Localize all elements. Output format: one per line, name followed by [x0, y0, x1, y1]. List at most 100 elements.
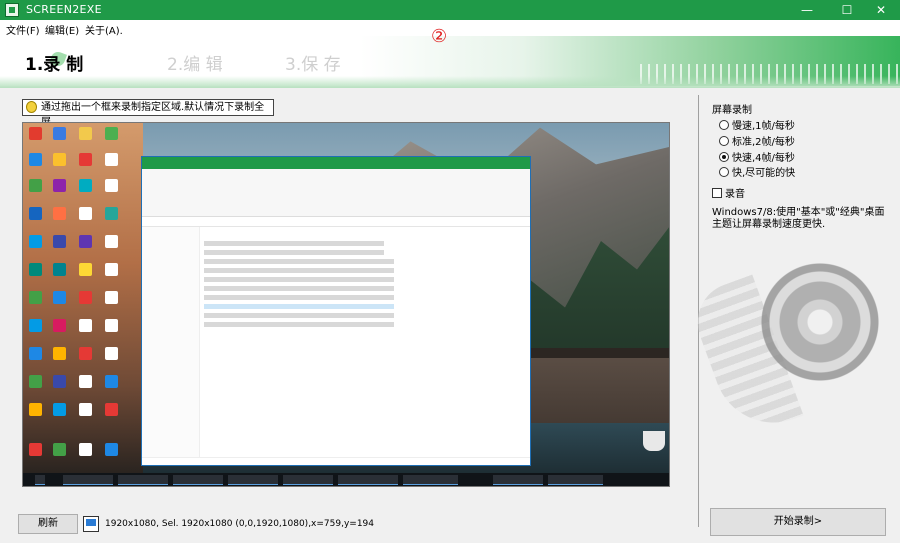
- desktop-icon: [29, 291, 42, 304]
- desktop-icon: [105, 179, 118, 192]
- menu-about[interactable]: 关于(A).: [85, 22, 123, 37]
- desktop-icon: [105, 319, 118, 332]
- desktop-icon: [105, 347, 118, 360]
- desktop-icon: [79, 443, 92, 456]
- desktop-icon: [29, 127, 42, 140]
- file-row: [204, 277, 394, 282]
- desktop-icon: [53, 291, 66, 304]
- speed-option-fast[interactable]: 快速,4帧/每秒: [719, 149, 795, 164]
- desktop-icon: [29, 375, 42, 388]
- desktop-icon: [79, 127, 92, 140]
- desktop-icon: [29, 207, 42, 220]
- hint-box: 通过拖出一个框来录制指定区域.默认情况下录制全屏.: [22, 99, 274, 128]
- desktop-icon: [29, 153, 42, 166]
- radio-icon[interactable]: [719, 152, 729, 162]
- desktop-icon: [53, 207, 66, 220]
- desktop-icon: [53, 403, 66, 416]
- minimize-button[interactable]: —: [790, 0, 824, 20]
- desktop-icon: [53, 319, 66, 332]
- desktop-icon: [79, 263, 92, 276]
- file-row: [204, 322, 394, 327]
- explorer-titlebar: [142, 157, 530, 169]
- menu-file[interactable]: 文件(F): [6, 22, 40, 37]
- file-row: [204, 304, 394, 309]
- taskbar-button: [493, 475, 543, 485]
- desktop-icon: [53, 347, 66, 360]
- taskbar-button: [173, 475, 223, 485]
- desktop-icon: [105, 127, 118, 140]
- taskbar-button: [403, 475, 458, 485]
- app-icon: [5, 3, 19, 17]
- step-record[interactable]: 1.录 制: [25, 50, 83, 75]
- taskbar-thumbnail: [23, 473, 669, 486]
- cup-image: [643, 431, 665, 451]
- file-row: [204, 286, 394, 291]
- desktop-icon: [105, 291, 118, 304]
- desktop-icon: [53, 235, 66, 248]
- maximize-button[interactable]: ☐: [830, 0, 864, 20]
- desktop-icon: [29, 403, 42, 416]
- file-row: [204, 313, 394, 318]
- start-record-button[interactable]: 开始录制>: [710, 508, 886, 536]
- taskbar-button: [63, 475, 113, 485]
- desktop-icon: [105, 375, 118, 388]
- taskbar-button: [338, 475, 398, 485]
- step-save[interactable]: 3.保 存: [285, 50, 341, 75]
- refresh-button[interactable]: 刷新: [18, 514, 78, 534]
- explorer-nav-pane: [142, 227, 200, 459]
- speed-option-standard[interactable]: 标准,2帧/每秒: [719, 133, 795, 148]
- taskbar-button: [118, 475, 168, 485]
- desktop-icon: [79, 207, 92, 220]
- radio-icon[interactable]: [719, 136, 729, 146]
- desktop-icon: [79, 375, 92, 388]
- desktop-icon: [105, 263, 118, 276]
- desktop-icon: [29, 179, 42, 192]
- desktop-icon: [79, 347, 92, 360]
- performance-tip: Windows7/8:使用"基本"或"经典"桌面主题让屏幕录制速度更快.: [712, 207, 885, 230]
- capture-preview[interactable]: [22, 122, 670, 487]
- desktop-icon: [53, 127, 66, 140]
- close-button[interactable]: ✕: [864, 0, 898, 20]
- radio-icon[interactable]: [719, 167, 729, 177]
- explorer-status-bar: [142, 457, 530, 465]
- title-bar: SCREEN2EXE — ☐ ✕: [0, 0, 900, 20]
- desktop-icon: [29, 263, 42, 276]
- desktop-icon: [53, 443, 66, 456]
- desktop-icon: [79, 291, 92, 304]
- desktop-icon: [29, 347, 42, 360]
- desktop-icon: [29, 319, 42, 332]
- menu-edit[interactable]: 编辑(E): [45, 22, 79, 37]
- checkbox-icon[interactable]: [712, 188, 722, 198]
- menu-bar: 文件(F) 编辑(E) 关于(A).: [0, 20, 900, 37]
- speed-option-fastest[interactable]: 快,尽可能的快: [719, 164, 795, 179]
- file-row: [204, 295, 394, 300]
- selection-status: 1920x1080, Sel. 1920x1080 (0,0,1920,1080…: [105, 519, 375, 529]
- file-row: [204, 250, 384, 255]
- taskbar-button: [35, 475, 45, 485]
- desktop-icon: [105, 235, 118, 248]
- explorer-window-thumbnail: [141, 156, 531, 466]
- radio-icon[interactable]: [719, 120, 729, 130]
- step-edit[interactable]: 2.编 辑: [167, 50, 223, 75]
- desktop-icon: [79, 153, 92, 166]
- film-reel-icon: [760, 262, 880, 382]
- window-title: SCREEN2EXE: [26, 3, 102, 16]
- desktop-icon: [53, 179, 66, 192]
- speed-option-slow[interactable]: 慢速,1帧/每秒: [719, 117, 795, 132]
- screen-select-icon[interactable]: [83, 516, 99, 532]
- file-row: [204, 259, 394, 264]
- desktop-icon: [79, 235, 92, 248]
- desktop-icon: [105, 153, 118, 166]
- desktop-icon: [29, 443, 42, 456]
- desktop-icon: [29, 235, 42, 248]
- desktop-icon: [79, 319, 92, 332]
- desktop-icon: [79, 403, 92, 416]
- desktop-icon: [79, 179, 92, 192]
- screen-record-title: 屏幕录制: [712, 105, 752, 116]
- audio-checkbox[interactable]: 录音: [712, 185, 745, 200]
- taskbar-button: [548, 475, 603, 485]
- desktop-icon: [53, 375, 66, 388]
- taskbar-button: [228, 475, 278, 485]
- file-row: [204, 241, 384, 246]
- explorer-ribbon: [142, 169, 530, 217]
